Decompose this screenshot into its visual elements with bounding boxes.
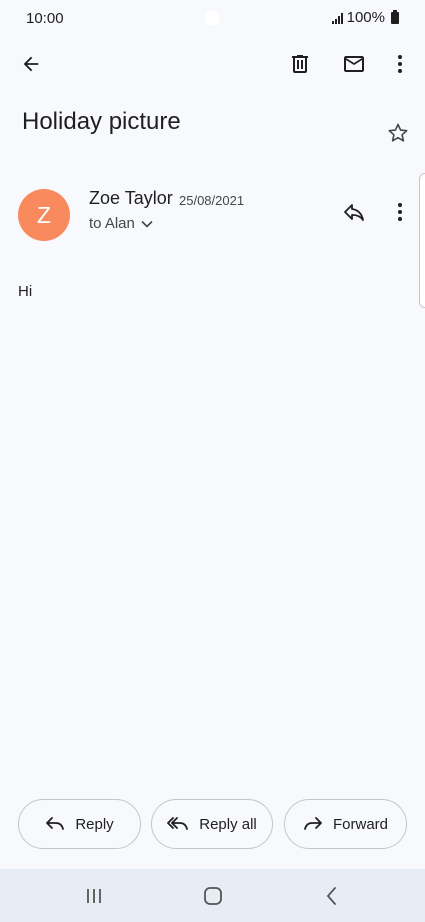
message-more-button[interactable] xyxy=(380,192,420,232)
status-indicators: 100% xyxy=(331,9,399,26)
sender-avatar[interactable]: Z xyxy=(18,189,70,241)
reply-button[interactable]: Reply xyxy=(18,799,141,849)
mark-unread-button[interactable] xyxy=(334,44,374,84)
delete-button[interactable] xyxy=(280,44,320,84)
battery-icon xyxy=(391,9,399,24)
reply-icon-button[interactable] xyxy=(334,192,374,232)
app-bar xyxy=(0,40,425,88)
sender-name: Zoe Taylor xyxy=(89,188,173,208)
scroll-handle[interactable] xyxy=(419,173,425,308)
nav-back-button[interactable] xyxy=(312,877,352,915)
home-button[interactable] xyxy=(193,877,233,915)
reply-all-button[interactable]: Reply all xyxy=(151,799,273,849)
more-vert-icon xyxy=(398,203,402,221)
forward-icon xyxy=(304,817,322,830)
email-subject: Holiday picture xyxy=(22,108,181,135)
email-body: Hi xyxy=(18,283,33,300)
signal-icon xyxy=(331,12,343,24)
reply-label: Reply xyxy=(75,815,114,833)
camera-cutout xyxy=(205,11,220,26)
star-icon xyxy=(388,123,408,142)
more-vert-icon xyxy=(398,55,402,73)
status-bar: 10:00 100% xyxy=(0,0,425,36)
chevron-left-icon xyxy=(326,887,336,905)
recipient-details-toggle[interactable]: to Alan xyxy=(89,215,153,232)
back-arrow-icon xyxy=(23,56,39,72)
reply-icon xyxy=(344,204,364,221)
battery-percent: 100% xyxy=(346,9,385,26)
reply-all-icon xyxy=(167,817,189,830)
recipient-label: to Alan xyxy=(89,215,135,232)
reply-all-label: Reply all xyxy=(199,815,257,833)
star-button[interactable] xyxy=(378,113,418,153)
mail-icon xyxy=(344,56,364,72)
home-icon xyxy=(204,887,222,905)
status-time: 10:00 xyxy=(26,10,64,27)
forward-label: Forward xyxy=(332,815,388,833)
more-options-button[interactable] xyxy=(380,44,420,84)
email-date: 25/08/2021 xyxy=(179,193,245,208)
recent-apps-icon xyxy=(87,889,101,903)
reply-icon xyxy=(46,817,65,830)
chevron-down-icon xyxy=(141,220,153,228)
navigation-bar xyxy=(0,869,425,922)
forward-button[interactable]: Forward xyxy=(284,799,407,849)
back-button[interactable] xyxy=(11,44,51,84)
recent-apps-button[interactable] xyxy=(74,877,114,915)
trash-icon xyxy=(292,55,308,73)
